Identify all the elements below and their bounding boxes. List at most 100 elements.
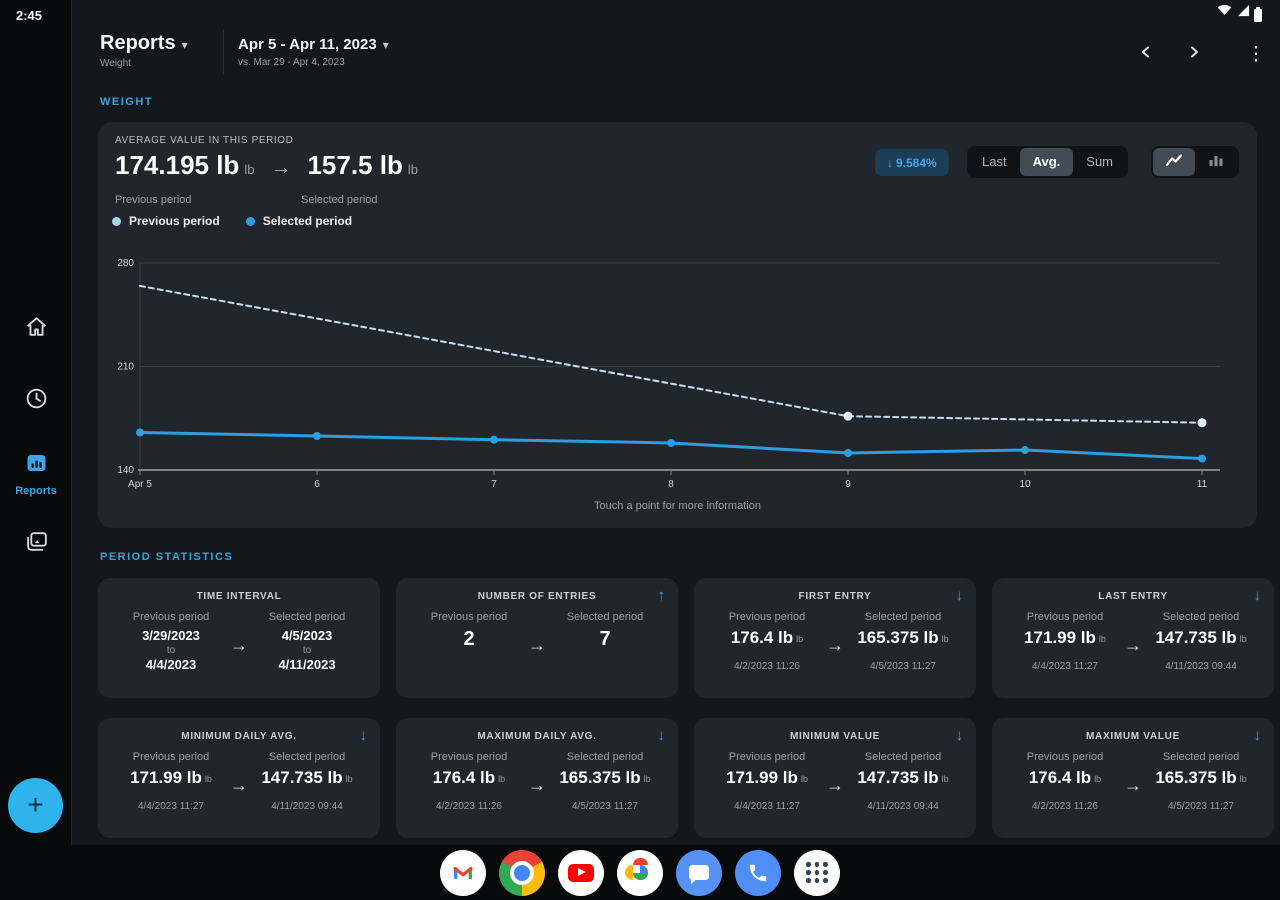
svg-text:140: 140 xyxy=(117,465,134,476)
selected-label: Selected period xyxy=(566,611,644,623)
section-label-weight: WEIGHT xyxy=(100,96,153,108)
date-compare: vs. Mar 29 - Apr 4, 2023 xyxy=(238,57,345,68)
agg-option-last[interactable]: Last xyxy=(969,148,1020,176)
arrow-right-icon: → xyxy=(270,156,292,179)
trend-down-icon: ↓ xyxy=(657,727,666,744)
selected-timestamp: 4/5/2023 11:27 xyxy=(1168,801,1234,812)
selected-label: Selected period xyxy=(864,611,942,623)
stat-card-maximum-value: MAXIMUM VALUE ↓ Previous period 176.4 lb lb… xyxy=(992,718,1274,838)
selected-value-line: 4/5/2023 xyxy=(281,628,333,643)
change-badge: ↓ 9.584% xyxy=(875,149,949,176)
arrow-right-icon: → xyxy=(826,775,844,795)
stat-card-title: FIRST ENTRY xyxy=(798,591,872,602)
signal-icon xyxy=(1237,4,1250,22)
date-range: Apr 5 - Apr 11, 2023 xyxy=(238,36,377,53)
selected-timestamp: 4/11/2023 09:44 xyxy=(1165,661,1237,672)
photos-icon xyxy=(617,849,663,896)
stat-card-maximum-daily-avg: MAXIMUM DAILY AVG. ↓ Previous period 176.4… xyxy=(396,718,678,838)
chart-caption: Touch a point for more information xyxy=(594,500,761,512)
selected-column: Selected period 147.735 lb lb 4/11/2023 09:… xyxy=(844,751,962,812)
trend-down-icon: ↓ xyxy=(1253,587,1262,604)
agg-option-avg[interactable]: Avg. xyxy=(1019,148,1074,176)
selected-value-line: 4/11/2023 xyxy=(278,657,336,672)
clock-icon xyxy=(24,386,49,416)
dock-app-drawer[interactable] xyxy=(794,849,840,896)
status-time: 2:45 xyxy=(16,8,43,23)
chevron-down-icon: ▾ xyxy=(382,38,389,52)
selected-period-label: Selected period xyxy=(301,194,378,206)
sidebar-item-label: Reports xyxy=(15,485,57,497)
agg-option-sum[interactable]: Sum xyxy=(1073,148,1126,176)
date-range-dropdown[interactable]: Apr 5 - Apr 11, 2023 ▾ xyxy=(238,36,389,54)
sidebar-item-home[interactable] xyxy=(0,314,72,344)
previous-label: Previous period xyxy=(728,751,806,763)
weight-line-chart[interactable]: 280 210 140 Apr 5 6 7 8 9 10 11 xyxy=(110,248,1250,494)
gmail-icon xyxy=(440,849,486,896)
stat-card-title: MAXIMUM DAILY AVG. xyxy=(477,731,597,742)
dock-phone[interactable] xyxy=(735,849,781,896)
sidebar-item-history[interactable] xyxy=(0,386,72,416)
header-divider xyxy=(223,30,224,74)
selected-timestamp: 4/11/2023 09:44 xyxy=(867,801,939,812)
selected-timestamp: 4/11/2023 09:44 xyxy=(271,801,343,812)
legend-label: Previous period xyxy=(129,214,220,228)
phone-icon xyxy=(735,849,781,896)
selected-label: Selected period xyxy=(268,751,346,763)
stat-card-first-entry: FIRST ENTRY ↓ Previous period 176.4 lb lb 4/… xyxy=(694,578,976,698)
selected-value: 165.375 lb lb xyxy=(559,768,651,787)
trend-down-icon: ↓ xyxy=(359,727,368,744)
stat-card-title: MINIMUM VALUE xyxy=(789,731,881,742)
kebab-menu-icon: ⋮ xyxy=(1246,43,1266,65)
stat-card-body: Previous period 3/29/2023 to 4/4/2023 → Sele… xyxy=(98,602,380,673)
selected-value: 165.375 lb lb xyxy=(1155,768,1247,787)
selected-label: Selected period xyxy=(268,611,346,623)
dock-gmail[interactable] xyxy=(440,849,486,896)
dock-youtube[interactable] xyxy=(558,849,604,896)
previous-value: 171.99 lb lb xyxy=(1024,628,1106,647)
next-period-button[interactable] xyxy=(1182,42,1206,66)
sidebar-item-library[interactable] xyxy=(0,529,72,559)
selected-value: 147.735 lb lb xyxy=(261,768,353,787)
legend-previous-period[interactable]: Previous period xyxy=(112,214,220,228)
previous-column: Previous period 171.99 lb lb 4/4/2023 11:27 xyxy=(112,751,230,812)
prev-period-button[interactable] xyxy=(1134,42,1158,66)
selected-value-line: to xyxy=(302,645,312,656)
line-chart-toggle[interactable] xyxy=(1153,148,1195,176)
sidebar-item-reports[interactable]: Reports xyxy=(0,451,72,497)
trend-down-icon: ↓ xyxy=(955,727,964,744)
previous-timestamp: 4/4/2023 11:27 xyxy=(1032,661,1098,672)
previous-value: 176.4 lb lb xyxy=(432,768,506,787)
legend-selected-period[interactable]: Selected period xyxy=(245,214,352,228)
selected-label: Selected period xyxy=(566,751,644,763)
previous-timestamp: 4/4/2023 11:27 xyxy=(734,801,800,812)
selected-column: Selected period 147.735 lb lb 4/11/2023 09:… xyxy=(248,751,366,812)
average-value-title: AVERAGE VALUE IN THIS PERIOD xyxy=(115,135,294,146)
svg-text:7: 7 xyxy=(491,479,497,490)
selected-column: Selected period 147.735 lb lb 4/11/2023 09:… xyxy=(1142,611,1260,672)
dock-photos[interactable] xyxy=(617,849,663,896)
overflow-menu-button[interactable]: ⋮ xyxy=(1244,42,1268,66)
stat-card-minimum-daily-avg: MINIMUM DAILY AVG. ↓ Previous period 171.9… xyxy=(98,718,380,838)
previous-period-label: Previous period xyxy=(115,194,192,206)
reports-dropdown[interactable]: Reports ▾ xyxy=(100,32,188,55)
stat-card-body: Previous period 176.4 lb lb 4/2/2023 11:26 →… xyxy=(396,742,678,812)
arrow-right-icon: → xyxy=(230,635,248,655)
previous-value: 171.99 lb lb xyxy=(130,768,212,787)
previous-column: Previous period 3/29/2023 to 4/4/2023 xyxy=(112,611,230,673)
legend-dot xyxy=(245,216,255,226)
trend-down-icon: ↓ xyxy=(1253,727,1262,744)
dock-chrome[interactable] xyxy=(499,849,545,896)
previous-label: Previous period xyxy=(1026,611,1104,623)
taskbar-dock xyxy=(0,845,1280,900)
selected-timestamp: 4/5/2023 11:27 xyxy=(870,661,936,672)
selected-value: 147.735 lb lb xyxy=(1155,628,1247,647)
legend-dot xyxy=(112,216,121,226)
chevron-down-icon: ▾ xyxy=(181,38,188,52)
dock-messages[interactable] xyxy=(676,849,722,896)
bar-chart-toggle[interactable] xyxy=(1195,148,1237,176)
add-entry-fab[interactable]: + xyxy=(8,778,63,833)
youtube-icon xyxy=(558,849,604,896)
period-statistics-grid: TIME INTERVAL Previous period 3/29/2023 to… xyxy=(98,578,1274,838)
previous-label: Previous period xyxy=(728,611,806,623)
chevron-left-icon xyxy=(1139,45,1153,64)
